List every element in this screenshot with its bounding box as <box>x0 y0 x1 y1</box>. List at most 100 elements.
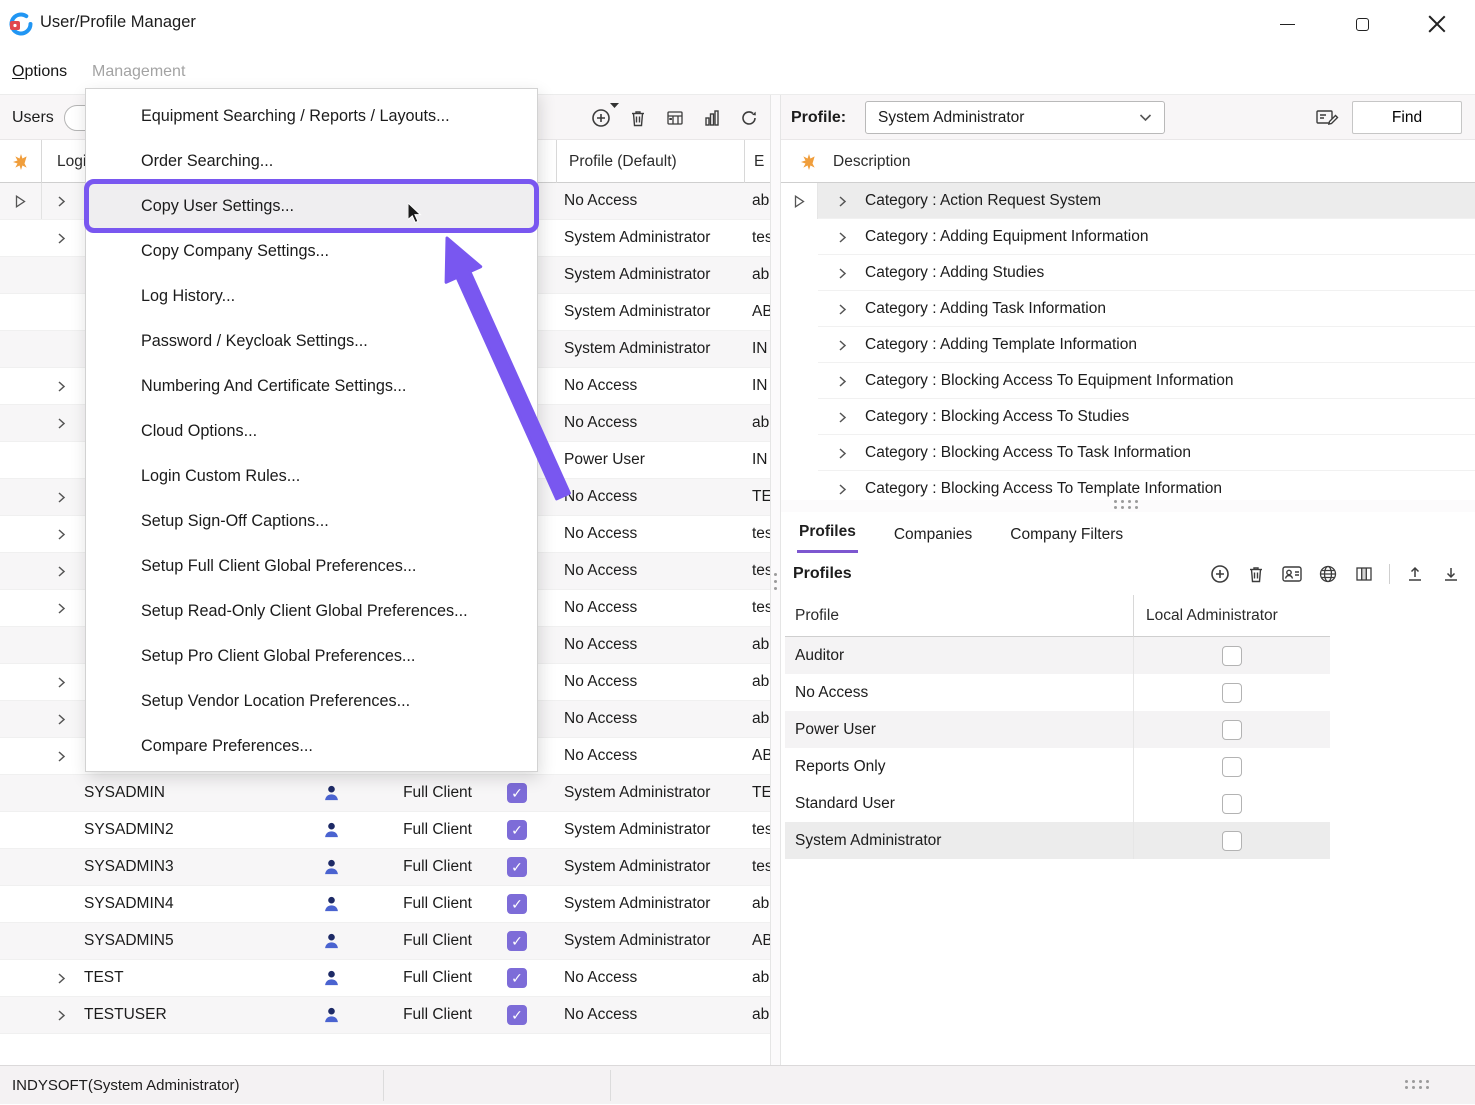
enabled-checkbox[interactable] <box>480 923 554 959</box>
profile-row[interactable]: System Administrator <box>785 822 1330 859</box>
checkbox[interactable] <box>507 857 527 877</box>
expand-chevron-icon[interactable] <box>46 553 76 589</box>
menu-item-setup-vendor-location-preferences[interactable]: Setup Vendor Location Preferences... <box>86 679 537 724</box>
panel-splitter[interactable] <box>770 95 781 1065</box>
profile-row[interactable]: Standard User <box>785 785 1330 822</box>
add-profile-button[interactable] <box>1209 563 1231 585</box>
expand-chevron-icon[interactable] <box>831 255 853 291</box>
cards-view-button[interactable] <box>664 107 686 129</box>
profile-row[interactable]: Reports Only <box>785 748 1330 785</box>
local-admin-cell[interactable] <box>1133 674 1330 711</box>
category-row[interactable]: Category : Blocking Access To Task Infor… <box>781 435 1475 471</box>
local-admin-cell[interactable] <box>1133 822 1330 859</box>
import-button[interactable] <box>1440 563 1462 585</box>
category-row[interactable]: Category : Adding Template Information <box>781 327 1475 363</box>
enabled-checkbox[interactable] <box>480 812 554 848</box>
expand-chevron-icon[interactable] <box>831 327 853 363</box>
menu-item-compare-preferences[interactable]: Compare Preferences... <box>86 724 537 769</box>
expand-chevron-icon[interactable] <box>46 516 76 552</box>
expand-chevron-icon[interactable] <box>831 183 853 219</box>
expand-chevron-icon[interactable] <box>46 590 76 626</box>
expand-chevron-icon[interactable] <box>46 664 76 700</box>
checkbox[interactable] <box>507 783 527 803</box>
columns-button[interactable] <box>1353 563 1375 585</box>
resize-grip[interactable] <box>1405 1080 1433 1092</box>
find-button[interactable]: Find <box>1352 101 1462 134</box>
category-row[interactable]: Category : Adding Equipment Information <box>781 219 1475 255</box>
column-header-profile[interactable]: Profile <box>795 595 839 637</box>
expand-chevron-icon[interactable] <box>46 701 76 737</box>
profile-row[interactable]: Auditor <box>785 637 1330 674</box>
menu-item-numbering-and-certificate-settings[interactable]: Numbering And Certificate Settings... <box>86 364 537 409</box>
menu-item-copy-company-settings[interactable]: Copy Company Settings... <box>86 229 537 274</box>
expand-chevron-icon[interactable] <box>831 363 853 399</box>
column-header-profile-default[interactable]: Profile (Default) <box>556 140 744 183</box>
profile-row[interactable]: No Access <box>785 674 1330 711</box>
profile-row[interactable]: Power User <box>785 711 1330 748</box>
column-header-description[interactable]: Description <box>833 140 911 183</box>
edit-profile-icon[interactable] <box>1314 106 1342 128</box>
enabled-checkbox[interactable] <box>480 960 554 996</box>
user-row[interactable]: SYSADMIN3 Full Client System Administrat… <box>0 849 770 886</box>
delete-profile-button[interactable] <box>1245 563 1267 585</box>
menu-options[interactable]: Options <box>12 48 67 95</box>
expand-chevron-icon[interactable] <box>46 405 76 441</box>
menu-item-log-history[interactable]: Log History... <box>86 274 537 319</box>
expand-chevron-icon[interactable] <box>831 399 853 435</box>
category-row[interactable]: Category : Blocking Access To Studies <box>781 399 1475 435</box>
menu-item-copy-user-settings[interactable]: Copy User Settings... <box>86 184 537 229</box>
expand-chevron-icon[interactable] <box>46 960 76 996</box>
expand-chevron-icon[interactable] <box>831 219 853 255</box>
category-row[interactable]: Category : Action Request System <box>781 183 1475 219</box>
checkbox[interactable] <box>507 931 527 951</box>
expand-chevron-icon[interactable] <box>831 471 853 500</box>
enabled-checkbox[interactable] <box>480 886 554 922</box>
profile-card-button[interactable] <box>1281 563 1303 585</box>
menu-item-setup-full-client-global-preferences[interactable]: Setup Full Client Global Preferences... <box>86 544 537 589</box>
user-row[interactable]: TESTUSER Full Client No Access ab <box>0 997 770 1034</box>
horizontal-splitter[interactable] <box>781 500 1475 512</box>
local-admin-checkbox[interactable] <box>1222 720 1242 740</box>
close-button[interactable] <box>1414 1 1460 47</box>
menu-item-cloud-options[interactable]: Cloud Options... <box>86 409 537 454</box>
expand-chevron-icon[interactable] <box>831 291 853 327</box>
user-row[interactable]: SYSADMIN Full Client System Administrato… <box>0 775 770 812</box>
globe-button[interactable] <box>1317 563 1339 585</box>
local-admin-cell[interactable] <box>1133 785 1330 822</box>
user-row[interactable]: SYSADMIN2 Full Client System Administrat… <box>0 812 770 849</box>
category-row[interactable]: Category : Adding Task Information <box>781 291 1475 327</box>
menu-item-password-keycloak-settings[interactable]: Password / Keycloak Settings... <box>86 319 537 364</box>
local-admin-cell[interactable] <box>1133 637 1330 674</box>
local-admin-checkbox[interactable] <box>1222 646 1242 666</box>
enabled-checkbox[interactable] <box>480 849 554 885</box>
category-row[interactable]: Category : Blocking Access To Equipment … <box>781 363 1475 399</box>
minimize-button[interactable] <box>1264 1 1310 47</box>
local-admin-checkbox[interactable] <box>1222 831 1242 851</box>
add-user-button[interactable] <box>590 107 612 129</box>
expand-chevron-icon[interactable] <box>46 220 76 256</box>
category-row[interactable]: Category : Adding Studies <box>781 255 1475 291</box>
local-admin-checkbox[interactable] <box>1222 757 1242 777</box>
profile-dropdown[interactable]: System Administrator <box>865 101 1165 134</box>
menu-item-login-custom-rules[interactable]: Login Custom Rules... <box>86 454 537 499</box>
local-admin-checkbox[interactable] <box>1222 794 1242 814</box>
category-row[interactable]: Category : Blocking Access To Template I… <box>781 471 1475 500</box>
checkbox[interactable] <box>507 968 527 988</box>
expand-chevron-icon[interactable] <box>46 368 76 404</box>
column-header-local-administrator[interactable]: Local Administrator <box>1133 595 1330 637</box>
expand-chevron-icon[interactable] <box>46 738 76 774</box>
tab-companies[interactable]: Companies <box>892 526 974 553</box>
chart-button[interactable] <box>701 107 723 129</box>
expand-chevron-icon[interactable] <box>46 183 76 219</box>
checkbox[interactable] <box>507 820 527 840</box>
checkbox[interactable] <box>507 894 527 914</box>
refresh-button[interactable] <box>738 107 760 129</box>
tab-company-filters[interactable]: Company Filters <box>1008 526 1125 553</box>
tab-profiles[interactable]: Profiles <box>797 523 858 553</box>
local-admin-checkbox[interactable] <box>1222 683 1242 703</box>
menu-item-setup-pro-client-global-preferences[interactable]: Setup Pro Client Global Preferences... <box>86 634 537 679</box>
enabled-checkbox[interactable] <box>480 775 554 811</box>
grid-settings-sun-icon[interactable] <box>795 140 823 183</box>
menu-item-equipment-searching-reports-layouts[interactable]: Equipment Searching / Reports / Layouts.… <box>86 94 537 139</box>
checkbox[interactable] <box>507 1005 527 1025</box>
